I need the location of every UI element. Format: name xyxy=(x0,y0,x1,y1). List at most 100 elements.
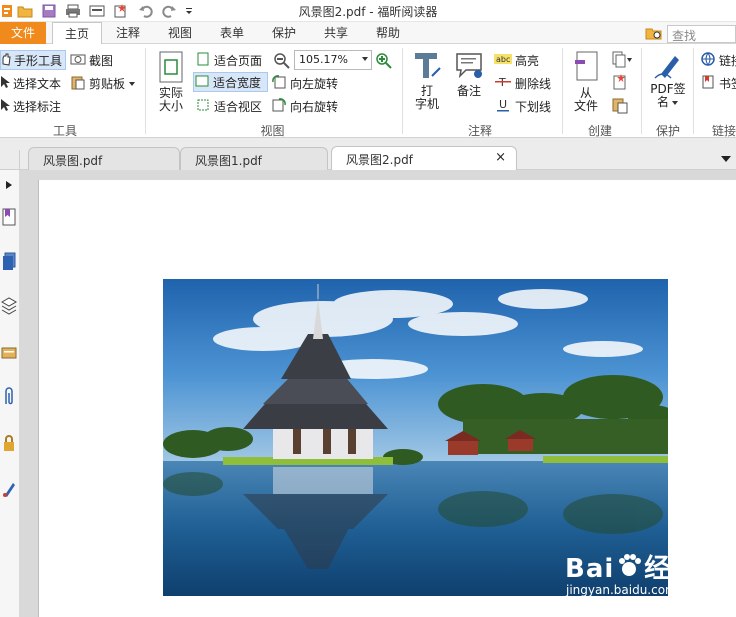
select-annotation-button[interactable]: 选择标注 xyxy=(0,96,61,116)
watermark-brand-right: 经验 xyxy=(644,554,699,584)
rotate-right-icon xyxy=(271,97,287,116)
tab-document-2[interactable]: 风景图1.pdf xyxy=(180,147,328,170)
select-text-button[interactable]: 选择文本 xyxy=(0,73,61,93)
note-icon xyxy=(454,50,484,85)
hand-icon xyxy=(1,52,11,69)
tab-document-3[interactable]: 风景图2.pdf × xyxy=(331,146,517,170)
menu-protect[interactable]: 保护 xyxy=(264,22,304,44)
menu-view[interactable]: 视图 xyxy=(160,22,200,44)
typewriter-label-2: 字机 xyxy=(414,97,439,111)
cursor-icon xyxy=(0,75,10,92)
from-file-label-2: 文件 xyxy=(573,99,598,113)
search-folder-icon[interactable] xyxy=(645,25,663,41)
underline-button[interactable]: U 下划线 xyxy=(494,96,551,116)
from-file-icon xyxy=(572,50,600,87)
actual-size-button[interactable]: 实际 大小 xyxy=(153,50,189,113)
menu-share[interactable]: 共享 xyxy=(316,22,356,44)
group-label-tools: 工具 xyxy=(52,124,77,138)
divider xyxy=(145,48,146,134)
svg-text:abc: abc xyxy=(496,55,510,64)
pdf-sign-button[interactable]: PDF签 名 xyxy=(645,50,691,109)
layers-panel-icon[interactable] xyxy=(0,294,18,316)
rotate-left-icon xyxy=(271,74,287,93)
group-label-comment: 注释 xyxy=(467,124,492,138)
clipboard-button[interactable]: 剪贴板 xyxy=(70,73,136,93)
globe-link-icon xyxy=(700,51,716,70)
hand-tool-button[interactable]: 手形工具 xyxy=(0,50,66,70)
snapshot-button[interactable]: 截图 xyxy=(70,50,113,70)
clipboard-icon xyxy=(70,74,86,93)
group-label-protect: 保护 xyxy=(655,124,680,138)
bookmark-label: 书签 xyxy=(719,76,736,91)
create-blank-icon[interactable] xyxy=(611,73,629,91)
bookmark-icon xyxy=(700,74,716,93)
zoom-out-icon[interactable] xyxy=(273,52,291,70)
zoom-in-icon[interactable] xyxy=(375,52,393,70)
security-lock-icon[interactable] xyxy=(0,432,18,454)
navigation-panel xyxy=(0,170,25,617)
camera-icon xyxy=(70,52,86,69)
strikeout-icon: T xyxy=(494,75,512,92)
fit-visible-label: 适合视区 xyxy=(214,99,263,114)
underline-icon: U xyxy=(494,98,512,115)
tab-strip-edge xyxy=(0,150,20,170)
pages-panel-icon[interactable] xyxy=(0,250,18,272)
snapshot-label: 截图 xyxy=(89,53,114,68)
fit-visible-button[interactable]: 适合视区 xyxy=(195,96,262,116)
expand-panel-icon[interactable] xyxy=(0,174,18,196)
menu-comment[interactable]: 注释 xyxy=(108,22,148,44)
highlight-button[interactable]: abc 高亮 xyxy=(494,50,539,70)
fit-width-icon xyxy=(194,73,210,92)
menu-home[interactable]: 主页 xyxy=(52,22,102,45)
highlight-label: 高亮 xyxy=(515,53,540,68)
tab-label: 风景图2.pdf xyxy=(346,153,413,167)
attachments-panel-icon[interactable] xyxy=(0,386,18,408)
actual-size-icon xyxy=(157,50,185,87)
bookmark-button[interactable]: 书签 xyxy=(700,73,736,93)
create-from-clipboard-icon[interactable] xyxy=(611,96,629,114)
strikeout-button[interactable]: T 删除线 xyxy=(494,73,551,93)
chevron-down-icon xyxy=(671,96,679,109)
zoom-select[interactable]: 105.17% xyxy=(294,50,372,70)
divider xyxy=(402,48,403,134)
create-pdf-pages-icon[interactable] xyxy=(611,50,633,68)
fit-width-button[interactable]: 适合宽度 xyxy=(193,72,268,92)
cursor-icon xyxy=(0,98,10,115)
zoom-value: 105.17% xyxy=(299,53,348,66)
link-button[interactable]: 链接 xyxy=(700,50,736,70)
title-bar: 风景图2.pdf - 福昕阅读器 xyxy=(0,0,736,22)
baidu-watermark: Bai 经验 xyxy=(565,548,698,588)
tab-document-1[interactable]: 风景图.pdf xyxy=(28,147,180,170)
tab-list-dropdown-icon[interactable] xyxy=(720,152,732,162)
divider xyxy=(641,48,642,134)
rotate-left-label: 向左旋转 xyxy=(290,76,339,91)
typewriter-button[interactable]: 打 字机 xyxy=(410,50,444,111)
menu-form[interactable]: 表单 xyxy=(212,22,252,44)
fit-width-label: 适合宽度 xyxy=(213,75,262,90)
menu-file[interactable]: 文件 xyxy=(0,22,46,44)
ribbon: 手形工具 选择文本 选择标注 截图 剪贴板 工具 实际 大小 适合页面 适合宽度… xyxy=(0,44,736,138)
hand-tool-label: 手形工具 xyxy=(14,53,63,68)
comments-panel-icon[interactable] xyxy=(0,342,18,364)
link-label: 链接 xyxy=(719,53,736,68)
signatures-panel-icon[interactable] xyxy=(0,478,18,500)
pen-sign-icon xyxy=(653,50,683,83)
rotate-left-button[interactable]: 向左旋转 xyxy=(271,73,338,93)
select-text-label: 选择文本 xyxy=(13,76,62,91)
bookmarks-panel-icon[interactable] xyxy=(0,206,18,228)
menu-help[interactable]: 帮助 xyxy=(368,22,408,44)
create-from-file-button[interactable]: 从 文件 xyxy=(568,50,604,113)
typewriter-icon xyxy=(412,50,442,85)
fit-page-label: 适合页面 xyxy=(214,53,263,68)
rotate-right-button[interactable]: 向右旋转 xyxy=(271,96,338,116)
search-input[interactable]: 查找 xyxy=(667,25,736,43)
close-icon[interactable]: × xyxy=(495,150,506,165)
divider xyxy=(562,48,563,134)
fit-page-button[interactable]: 适合页面 xyxy=(195,50,262,70)
fit-page-icon xyxy=(195,51,211,70)
tab-label: 风景图1.pdf xyxy=(195,154,262,168)
fit-visible-icon xyxy=(195,97,211,116)
note-button[interactable]: 备注 xyxy=(452,50,486,98)
select-annotation-label: 选择标注 xyxy=(13,99,62,114)
chevron-down-icon xyxy=(362,57,368,61)
